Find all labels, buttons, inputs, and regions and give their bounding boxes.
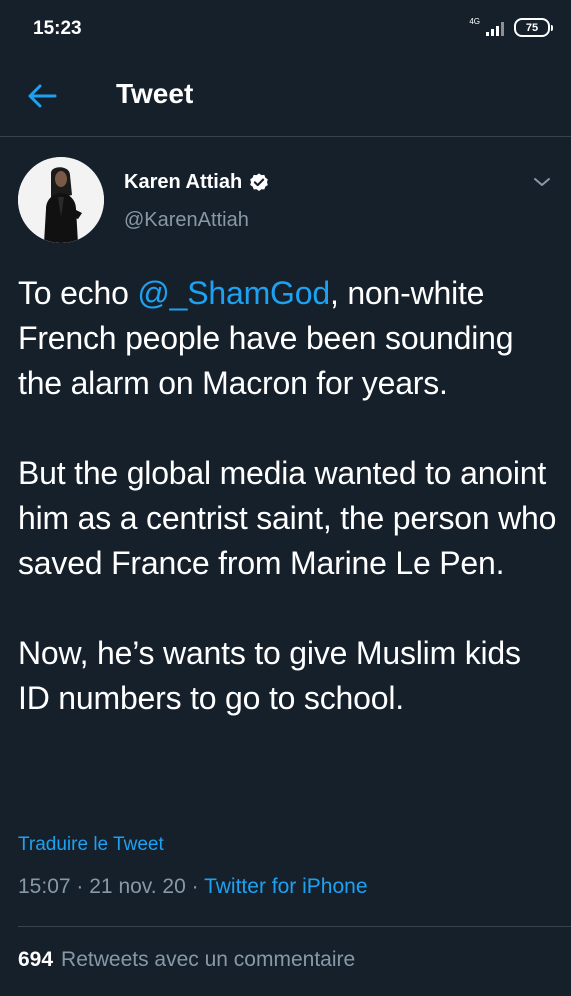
chevron-down-icon[interactable] bbox=[531, 173, 553, 191]
tweet-text-segment: To echo bbox=[18, 275, 138, 311]
signal-icon bbox=[486, 21, 504, 36]
author-name[interactable]: Karen Attiah bbox=[124, 171, 242, 194]
retweets-with-comment-stat[interactable]: 694 Retweets avec un commentaire bbox=[18, 948, 355, 972]
author-name-row[interactable]: Karen Attiah bbox=[124, 171, 270, 194]
verified-badge-icon bbox=[250, 172, 268, 191]
network-type: 4G bbox=[469, 16, 480, 26]
mention-link[interactable]: @_ShamGod bbox=[137, 275, 330, 311]
tweet-source-link[interactable]: Twitter for iPhone bbox=[204, 875, 367, 898]
author-handle[interactable]: @KarenAttiah bbox=[124, 209, 249, 232]
arrow-left-icon bbox=[28, 84, 57, 108]
translate-tweet-link[interactable]: Traduire le Tweet bbox=[18, 834, 164, 856]
back-button[interactable] bbox=[22, 76, 62, 116]
status-time: 15:23 bbox=[33, 18, 82, 39]
tweet-paragraph-1: To echo @_ShamGod, non-white French peop… bbox=[18, 271, 558, 406]
page-title: Tweet bbox=[116, 78, 194, 109]
tweet-date: 21 nov. 20 bbox=[89, 875, 186, 898]
app-header: Tweet bbox=[0, 56, 571, 137]
battery-icon: 75 bbox=[514, 18, 553, 37]
status-icons: 4G 75 bbox=[469, 16, 553, 37]
battery-level: 75 bbox=[514, 18, 550, 37]
meta-separator: · bbox=[76, 875, 84, 898]
avatar[interactable] bbox=[18, 157, 104, 243]
retweets-count: 694 bbox=[18, 948, 54, 971]
tweet-paragraph-2: But the global media wanted to anoint hi… bbox=[18, 455, 557, 581]
divider bbox=[18, 926, 571, 927]
retweets-label: Retweets avec un commentaire bbox=[61, 948, 356, 971]
tweet-text: To echo @_ShamGod, non-white French peop… bbox=[18, 271, 558, 721]
avatar-image bbox=[18, 157, 104, 243]
tweet-paragraph-3: Now, he’s wants to give Muslim kids ID n… bbox=[18, 635, 521, 716]
tweet-meta: 15:07 · 21 nov. 20 · Twitter for iPhone bbox=[18, 875, 368, 899]
meta-separator: · bbox=[191, 875, 199, 898]
tweet-time: 15:07 bbox=[18, 875, 71, 898]
status-bar: 15:23 4G 75 bbox=[0, 0, 571, 56]
